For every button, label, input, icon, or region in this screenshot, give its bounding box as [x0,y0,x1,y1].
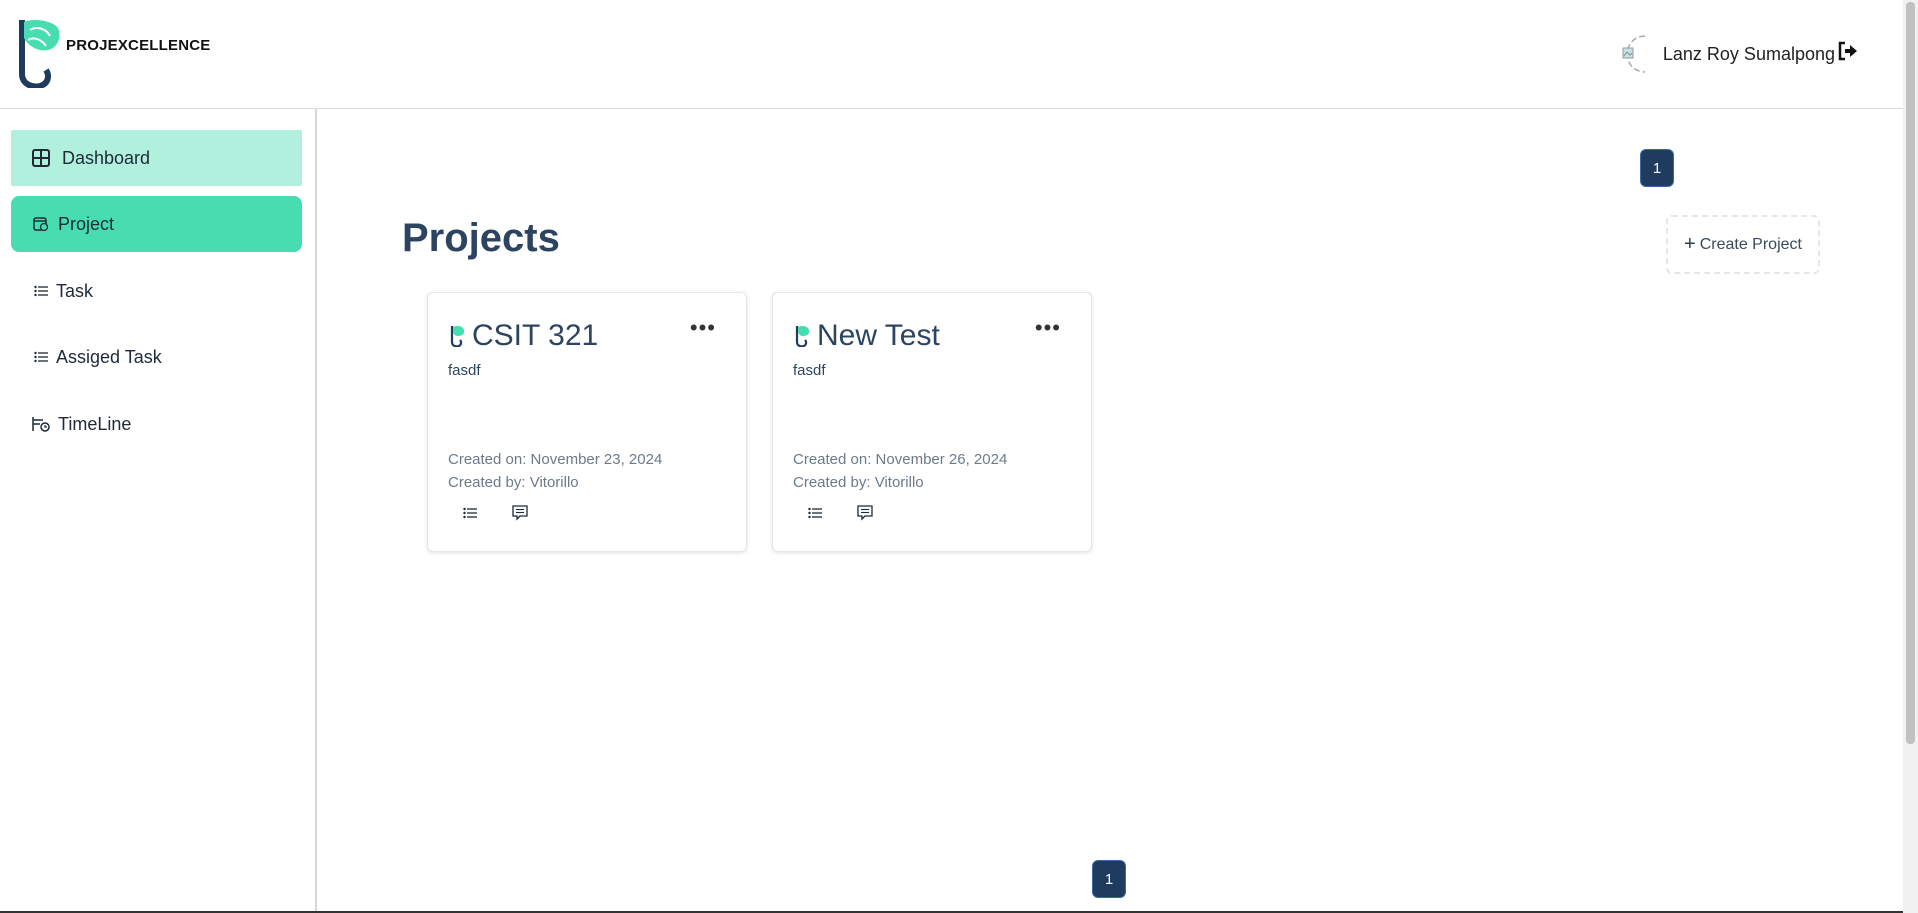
create-project-label: Create Project [1699,235,1802,253]
logo-text: PROJEXCELLENCE [66,36,211,54]
list-icon [30,280,52,302]
sidebar-item-label: Project [58,213,115,234]
more-options-icon[interactable]: ••• [690,317,716,339]
project-logo-icon [450,326,465,347]
sidebar-item-task[interactable]: Task [11,263,302,319]
sidebar-item-project[interactable]: Project [11,196,302,252]
sidebar-item-label: Dashboard [62,147,151,168]
project-card-title[interactable]: New Test [795,319,940,353]
pagination-page-bottom[interactable]: 1 [1093,861,1125,897]
sidebar-item-assigned-task[interactable]: Assiged Task [11,329,302,385]
task-list-icon[interactable] [460,503,480,523]
create-project-button[interactable]: + Create Project [1666,215,1820,274]
user-profile[interactable]: Lanz Roy Sumalpong [1619,34,1835,74]
scrollbar-thumb[interactable] [1906,2,1915,744]
dashboard-grid-icon [30,147,52,169]
task-list-icon[interactable] [805,503,825,523]
project-created-by: Created by: Vitorillo [448,474,579,491]
sidebar: Dashboard Project Task Assiged Task Time… [0,109,317,913]
project-created-on: Created on: November 26, 2024 [793,451,1008,468]
vertical-scrollbar[interactable] [1903,0,1918,913]
comment-icon[interactable] [855,503,875,523]
sidebar-item-label: Task [56,280,94,301]
app-logo[interactable]: PROJEXCELLENCE [18,18,211,88]
timeline-icon [30,413,52,435]
project-name: New Test [817,319,940,352]
sidebar-item-dashboard[interactable]: Dashboard [11,130,302,186]
project-logo-icon [795,326,810,347]
project-icon [30,213,52,235]
project-description: fasdf [448,362,481,379]
project-card[interactable]: New Test ••• fasdf Created on: November … [772,292,1092,552]
project-card-actions [805,503,875,523]
sidebar-item-label: Assiged Task [56,346,162,367]
pagination-page-top[interactable]: 1 [1641,150,1673,186]
sidebar-item-label: TimeLine [58,413,132,434]
sidebar-item-timeline[interactable]: TimeLine [11,396,302,452]
project-card-actions [460,503,530,523]
project-description: fasdf [793,362,826,379]
page-title: Projects [402,216,560,260]
top-header: PROJEXCELLENCE Lanz Roy Sumalpong [0,0,1903,109]
projexcellence-logo-icon [19,20,60,88]
user-name: Lanz Roy Sumalpong [1662,43,1835,64]
project-created-by: Created by: Vitorillo [793,474,924,491]
project-card-title[interactable]: CSIT 321 [450,319,598,353]
project-created-on: Created on: November 23, 2024 [448,451,663,468]
plus-icon: + [1684,233,1696,255]
list-icon [30,346,52,368]
comment-icon[interactable] [510,503,530,523]
more-options-icon[interactable]: ••• [1035,317,1061,339]
project-name: CSIT 321 [472,319,599,352]
logout-icon[interactable] [1837,40,1859,62]
avatar [1619,34,1657,74]
project-card[interactable]: CSIT 321 ••• fasdf Created on: November … [427,292,747,552]
